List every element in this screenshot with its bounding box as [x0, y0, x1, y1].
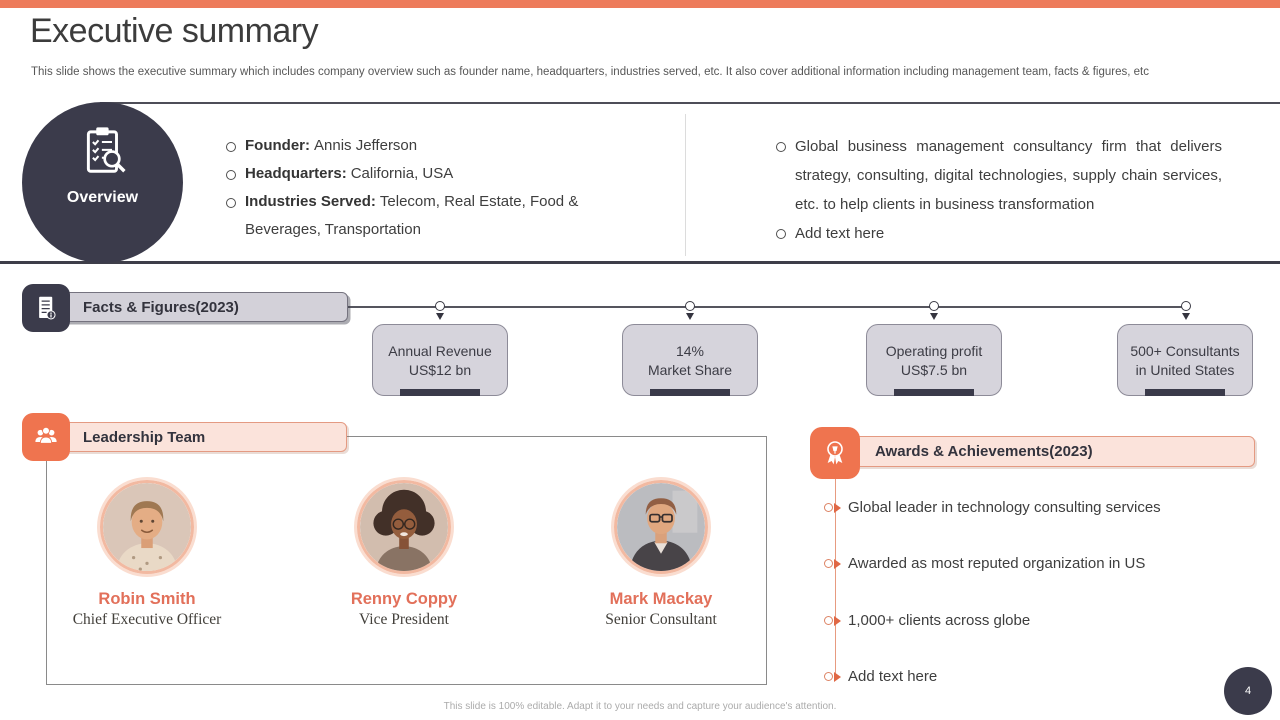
- arrow-down-icon: [686, 313, 694, 320]
- overview-column-divider: [685, 114, 686, 256]
- fact-card: Operating profitUS$7.5 bn: [866, 324, 1002, 396]
- page-subtitle: This slide shows the executive summary w…: [31, 66, 1211, 78]
- leader-card: Renny Coppy Vice President: [294, 480, 514, 629]
- list-item: Headquarters:California, USA: [226, 160, 638, 188]
- page-number: 4: [1245, 685, 1251, 697]
- awards-section-icon: [810, 427, 860, 479]
- arrow-down-icon: [1182, 313, 1190, 320]
- facts-section-header: Facts & Figures(2023): [58, 292, 348, 322]
- page-number-badge: 4: [1224, 667, 1272, 715]
- page-title: Executive summary: [30, 12, 318, 51]
- circle-arrow-down-marker: [435, 301, 445, 311]
- arrow-right-icon: [834, 559, 841, 569]
- list-item: Global business management consultancy f…: [776, 132, 1222, 219]
- leader-name: Robin Smith: [37, 590, 257, 609]
- team-icon: [31, 422, 61, 452]
- list-item: Founder:Annis Jefferson: [226, 132, 638, 160]
- circle-arrow-right-marker: [824, 559, 833, 568]
- receipt-info-icon: [31, 293, 61, 323]
- circle-arrow-right-marker: [824, 672, 833, 681]
- overview-bottom-divider: [0, 261, 1280, 264]
- fact-card-accent: [650, 389, 730, 396]
- bullet-circle-icon: [226, 142, 236, 152]
- leader-card: Mark Mackay Senior Consultant: [551, 480, 771, 629]
- leadership-section-icon: [22, 413, 70, 461]
- overview-top-divider: [100, 102, 1280, 104]
- overview-left-list: Founder:Annis Jefferson Headquarters:Cal…: [226, 132, 638, 244]
- overview-label: Overview: [22, 189, 183, 207]
- leader-title: Senior Consultant: [551, 611, 771, 629]
- fact-card: 500+ Consultantsin United States: [1117, 324, 1253, 396]
- facts-timeline: [348, 306, 1186, 308]
- bullet-circle-icon: [776, 142, 786, 152]
- award-rosette-icon: [819, 437, 851, 469]
- fact-card-accent: [400, 389, 480, 396]
- add-text-placeholder: Add text here: [795, 219, 884, 248]
- leadership-section-header: Leadership Team: [58, 422, 347, 452]
- leader-title: Chief Executive Officer: [37, 611, 257, 629]
- award-item: 1,000+ clients across globe: [824, 612, 1030, 629]
- leadership-heading-label: Leadership Team: [83, 429, 205, 446]
- award-item: Awarded as most reputed organization in …: [824, 555, 1145, 572]
- arrow-right-icon: [834, 503, 841, 513]
- award-item: Global leader in technology consulting s…: [824, 499, 1161, 516]
- bullet-circle-icon: [226, 198, 236, 208]
- facts-section-icon: [22, 284, 70, 332]
- arrow-right-icon: [834, 616, 841, 626]
- leader-avatar: [357, 480, 451, 574]
- fact-card: Annual RevenueUS$12 bn: [372, 324, 508, 396]
- bullet-circle-icon: [226, 170, 236, 180]
- slide-footer-note: This slide is 100% editable. Adapt it to…: [0, 701, 1280, 712]
- arrow-down-icon: [436, 313, 444, 320]
- list-item: Industries Served:Telecom, Real Estate, …: [226, 188, 638, 244]
- arrow-down-icon: [930, 313, 938, 320]
- fact-card-accent: [1145, 389, 1225, 396]
- circle-arrow-down-marker: [685, 301, 695, 311]
- add-text-placeholder: Add text here: [848, 668, 937, 685]
- leader-title: Vice President: [294, 611, 514, 629]
- fact-card: 14%Market Share: [622, 324, 758, 396]
- facts-heading-label: Facts & Figures(2023): [83, 299, 239, 316]
- leader-name: Renny Coppy: [294, 590, 514, 609]
- overview-badge: Overview: [22, 102, 183, 263]
- circle-arrow-right-marker: [824, 503, 833, 512]
- list-item[interactable]: Add text here: [776, 219, 1222, 248]
- award-item[interactable]: Add text here: [824, 668, 937, 685]
- clipboard-search-icon: [76, 124, 130, 178]
- leader-name: Mark Mackay: [551, 590, 771, 609]
- circle-arrow-right-marker: [824, 616, 833, 625]
- fact-card-accent: [894, 389, 974, 396]
- slide-accent-bar: [0, 0, 1280, 8]
- leader-avatar: [100, 480, 194, 574]
- awards-section-header: Awards & Achievements(2023): [848, 436, 1255, 467]
- awards-heading-label: Awards & Achievements(2023): [875, 443, 1093, 460]
- bullet-circle-icon: [776, 229, 786, 239]
- leader-card: Robin Smith Chief Executive Officer: [37, 480, 257, 629]
- arrow-right-icon: [834, 672, 841, 682]
- leader-avatar: [614, 480, 708, 574]
- circle-arrow-down-marker: [1181, 301, 1191, 311]
- circle-arrow-down-marker: [929, 301, 939, 311]
- overview-right-list: Global business management consultancy f…: [776, 132, 1222, 248]
